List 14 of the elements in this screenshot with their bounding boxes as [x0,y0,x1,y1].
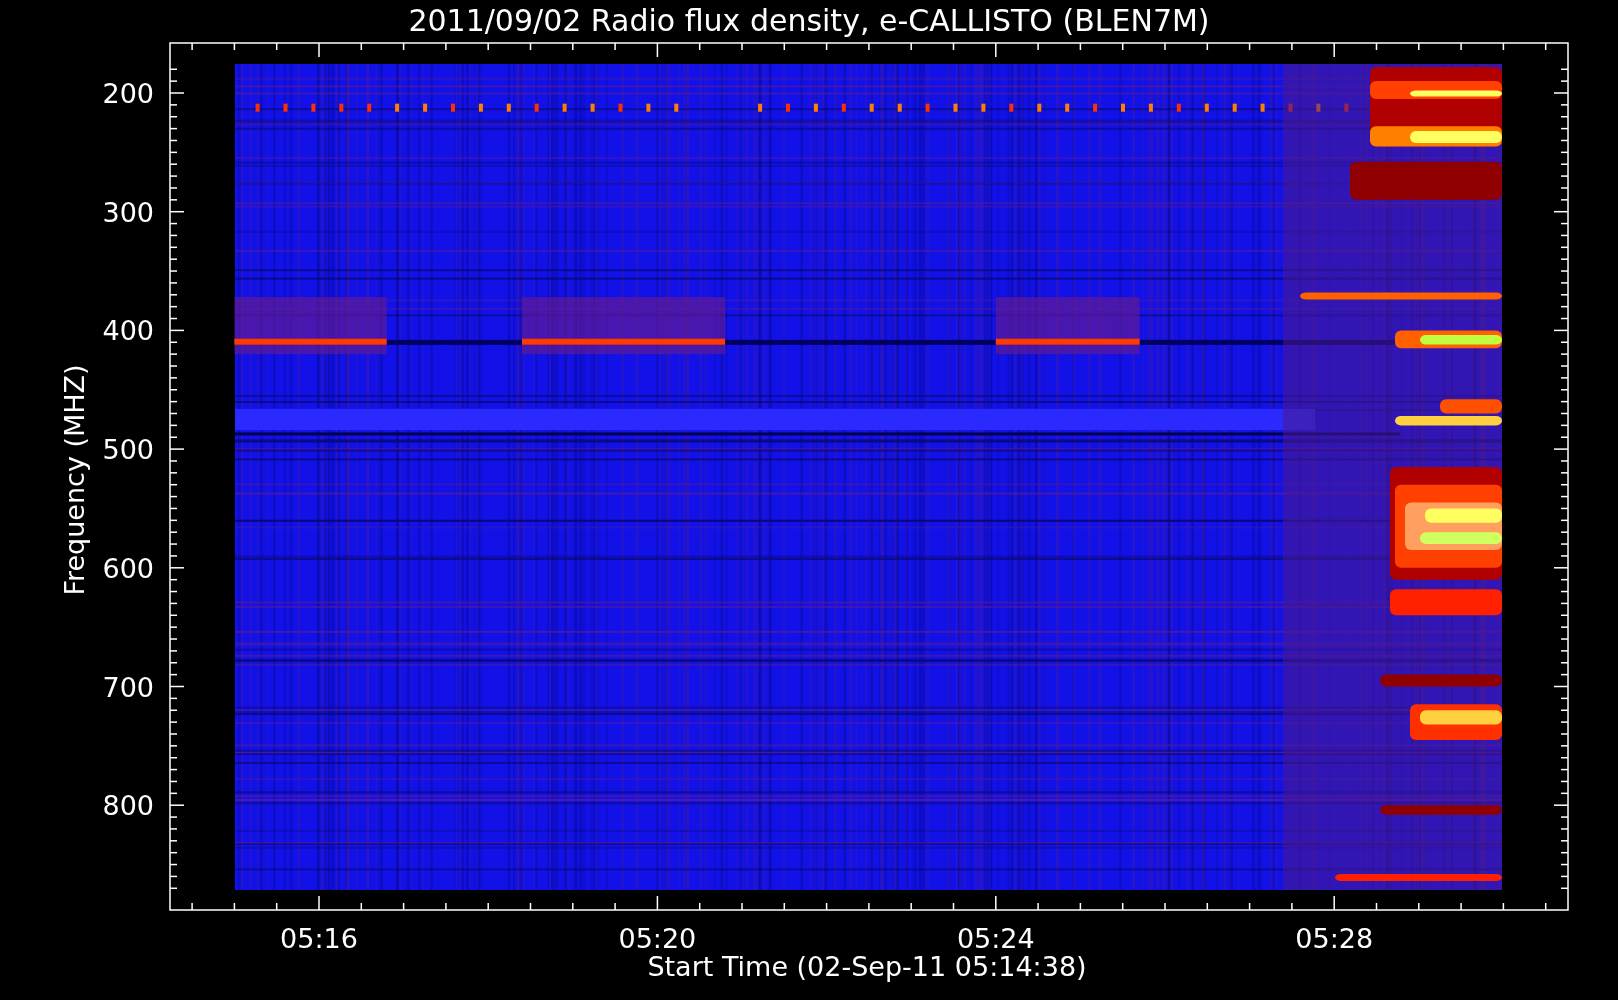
x-tick-label: 05:24 [956,923,1035,954]
x-tick-label: 05:16 [280,923,358,954]
y-tick-label: 800 [102,790,154,822]
x-tick-label: 05:20 [618,923,697,954]
y-axis-label: Frequency (MHZ) [59,364,90,596]
x-tick-label: 05:28 [1295,923,1374,954]
y-tick-label: 600 [102,552,154,584]
y-tick-label: 300 [102,196,154,228]
x-axis-label: Start Time (02-Sep-11 05:14:38) [647,951,1087,982]
y-tick-label: 500 [102,434,154,466]
y-tick-label: 700 [102,671,154,703]
y-tick-label: 200 [102,78,154,109]
chart-title: 2011/09/02 Radio flux density, e-CALLISTO (BLEN7M) [408,3,1210,38]
y-tick-label: 400 [102,315,154,347]
